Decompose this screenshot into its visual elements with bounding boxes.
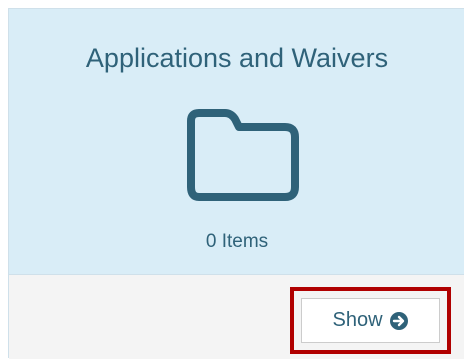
card-body: Applications and Waivers 0 Items xyxy=(9,9,464,275)
card-footer: Show xyxy=(9,275,464,359)
item-count: 0 Items xyxy=(205,231,269,252)
arrow-circle-right-icon xyxy=(389,311,408,330)
show-button-label: Show xyxy=(332,309,383,331)
card-title: Applications and Waivers xyxy=(85,43,389,73)
folder-icon xyxy=(187,109,299,201)
highlight-box: Show xyxy=(290,287,451,354)
show-button[interactable]: Show xyxy=(301,298,440,343)
folder-card: Applications and Waivers 0 Items Show xyxy=(8,8,464,359)
